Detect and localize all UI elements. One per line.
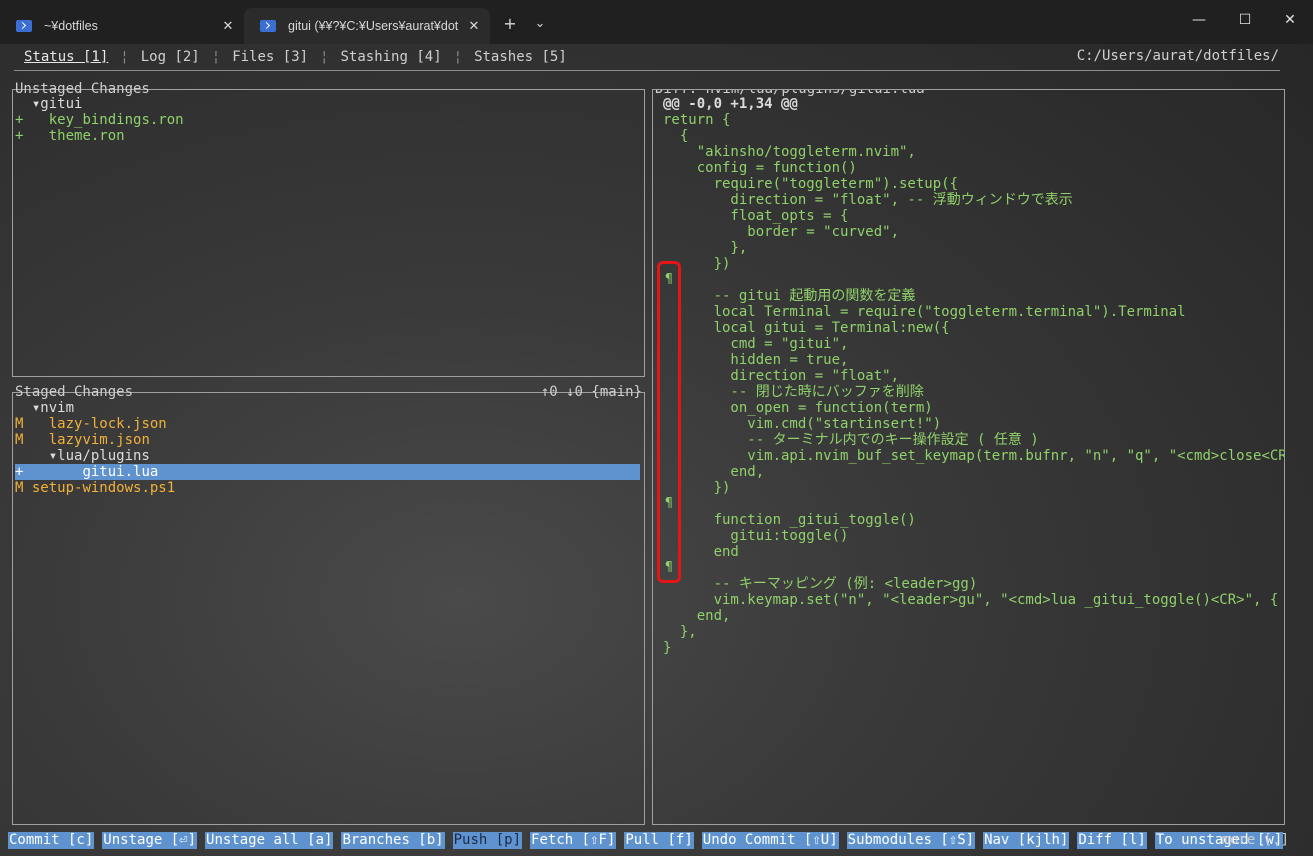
- tab-close-icon[interactable]: ✕: [218, 18, 238, 34]
- more-commands[interactable]: more [.]: [1222, 832, 1289, 848]
- commit-button[interactable]: Commit [c]: [8, 831, 95, 849]
- tab-title: gitui (¥¥?¥C:¥Users¥aurat¥dot: [288, 19, 459, 33]
- diff-panel[interactable]: Diff: nvim/lua/plugins/gitui.lua @@ -0,0…: [652, 89, 1285, 825]
- top-nav: Status [1] ¦ Log [2] ¦ Files [3] ¦ Stash…: [0, 44, 1313, 70]
- diff-line: border = "curved",: [663, 224, 900, 240]
- tab-dotfiles[interactable]: ~¥dotfiles ✕: [0, 8, 244, 44]
- list-item[interactable]: M lazyvim.json: [15, 432, 150, 448]
- diff-line: hidden = true,: [663, 352, 849, 368]
- diff-line: direction = "float", -- 浮動ウィンドウで表示: [663, 192, 1073, 208]
- new-tab-button[interactable]: +: [496, 8, 524, 38]
- nav-tab-stashes[interactable]: Stashes [5]: [474, 49, 567, 65]
- fetch-button[interactable]: Fetch [⇧F]: [530, 831, 617, 849]
- nav-tab-stashing[interactable]: Stashing [4]: [340, 49, 441, 65]
- nav-divider: [14, 70, 1280, 71]
- diff-line: vim.cmd("startinsert!"): [663, 416, 942, 432]
- list-item[interactable]: + key_bindings.ron: [15, 112, 184, 128]
- highlight-annotation: [657, 261, 681, 583]
- push-button[interactable]: Push [p]: [452, 831, 523, 849]
- command-bar: Commit [c] Unstage [⏎] Unstage all [a] B…: [0, 831, 1313, 849]
- repo-path: C:/Users/aurat/dotfiles/: [1076, 48, 1279, 64]
- tab-gitui[interactable]: gitui (¥¥?¥C:¥Users¥aurat¥dot ✕: [244, 8, 490, 44]
- diff-line: -- ターミナル内でのキー操作設定 ( 任意 ): [663, 432, 1039, 448]
- panel-title: Staged Changes: [15, 384, 134, 400]
- list-item[interactable]: + theme.ron: [15, 128, 125, 144]
- diff-line: end,: [663, 608, 731, 624]
- diff-line: function _gitui_toggle(): [663, 512, 916, 528]
- powershell-icon: [260, 20, 276, 32]
- diff-line: cmd = "gitui",: [663, 336, 849, 352]
- undo-commit-button[interactable]: Undo Commit [⇧U]: [701, 831, 839, 849]
- list-item[interactable]: M lazy-lock.json: [15, 416, 167, 432]
- diff-line: -- gitui 起動用の関数を定義: [663, 288, 916, 304]
- pull-button[interactable]: Pull [f]: [624, 831, 694, 849]
- list-item-selected[interactable]: + gitui.lua: [15, 464, 640, 480]
- staged-changes-panel[interactable]: Staged Changes ↑0 ↓0 {main} ▾nvim M lazy…: [12, 384, 645, 825]
- diff-line: direction = "float",: [663, 368, 900, 384]
- nav-button[interactable]: Nav [kjlh]: [983, 831, 1070, 849]
- diff-line: }: [663, 640, 672, 656]
- list-item[interactable]: M setup-windows.ps1: [15, 480, 175, 496]
- tab-title: ~¥dotfiles: [44, 19, 98, 33]
- diff-line: on_open = function(term): [663, 400, 933, 416]
- title-bar: ~¥dotfiles ✕ gitui (¥¥?¥C:¥Users¥aurat¥d…: [0, 0, 1313, 44]
- close-window-button[interactable]: ✕: [1267, 0, 1313, 40]
- branches-button[interactable]: Branches [b]: [341, 831, 445, 849]
- unstaged-changes-panel[interactable]: Unstaged Changes ▾gitui + key_bindings.r…: [12, 81, 645, 377]
- unstage-all-button[interactable]: Unstage all [a]: [205, 831, 334, 849]
- branch-info: ↑0 ↓0 {main}: [540, 384, 642, 400]
- tab-dropdown-button[interactable]: ⌄: [526, 8, 554, 38]
- diff-line: require("toggleterm").setup({: [663, 176, 959, 192]
- nav-separator: ¦: [120, 49, 129, 65]
- diff-line: "akinsho/toggleterm.nvim",: [663, 144, 916, 160]
- diff-line: },: [663, 624, 697, 640]
- minimize-button[interactable]: —: [1176, 0, 1222, 40]
- nav-tab-status[interactable]: Status [1]: [24, 49, 108, 65]
- tree-folder[interactable]: ▾lua/plugins: [15, 448, 150, 464]
- nav-tab-files[interactable]: Files [3]: [232, 49, 308, 65]
- maximize-button[interactable]: ☐: [1222, 0, 1268, 40]
- nav-separator: ¦: [453, 49, 463, 65]
- diff-line: float_opts = {: [663, 208, 849, 224]
- nav-separator: ¦: [320, 49, 329, 65]
- tree-folder[interactable]: ▾nvim: [15, 400, 74, 416]
- diff-hunk-header: @@ -0,0 +1,34 @@: [663, 96, 798, 112]
- nav-separator: ¦: [211, 49, 221, 65]
- diff-line: config = function(): [663, 160, 857, 176]
- diff-line: gitui:toggle(): [663, 528, 849, 544]
- nav-tab-log[interactable]: Log [2]: [141, 49, 200, 65]
- diff-button[interactable]: Diff [l]: [1077, 831, 1147, 849]
- powershell-icon: [16, 20, 32, 32]
- diff-line: vim.keymap.set("n", "<leader>gu", "<cmd>…: [663, 592, 1285, 608]
- diff-line: local gitui = Terminal:new({: [663, 320, 950, 336]
- tab-close-icon[interactable]: ✕: [464, 18, 484, 34]
- diff-line: -- キーマッピング (例: <leader>gg): [663, 576, 978, 592]
- unstage-button[interactable]: Unstage [⏎]: [102, 831, 198, 849]
- diff-line: {: [663, 128, 689, 144]
- diff-line: -- 閉じた時にバッファを削除: [663, 384, 924, 400]
- submodules-button[interactable]: Submodules [⇧S]: [846, 831, 976, 849]
- diff-line: vim.api.nvim_buf_set_keymap(term.bufnr, …: [663, 448, 1285, 464]
- tree-folder[interactable]: ▾gitui: [15, 96, 83, 112]
- diff-line: local Terminal = require("toggleterm.ter…: [663, 304, 1186, 320]
- diff-line: return {: [663, 112, 731, 128]
- diff-line: },: [663, 240, 748, 256]
